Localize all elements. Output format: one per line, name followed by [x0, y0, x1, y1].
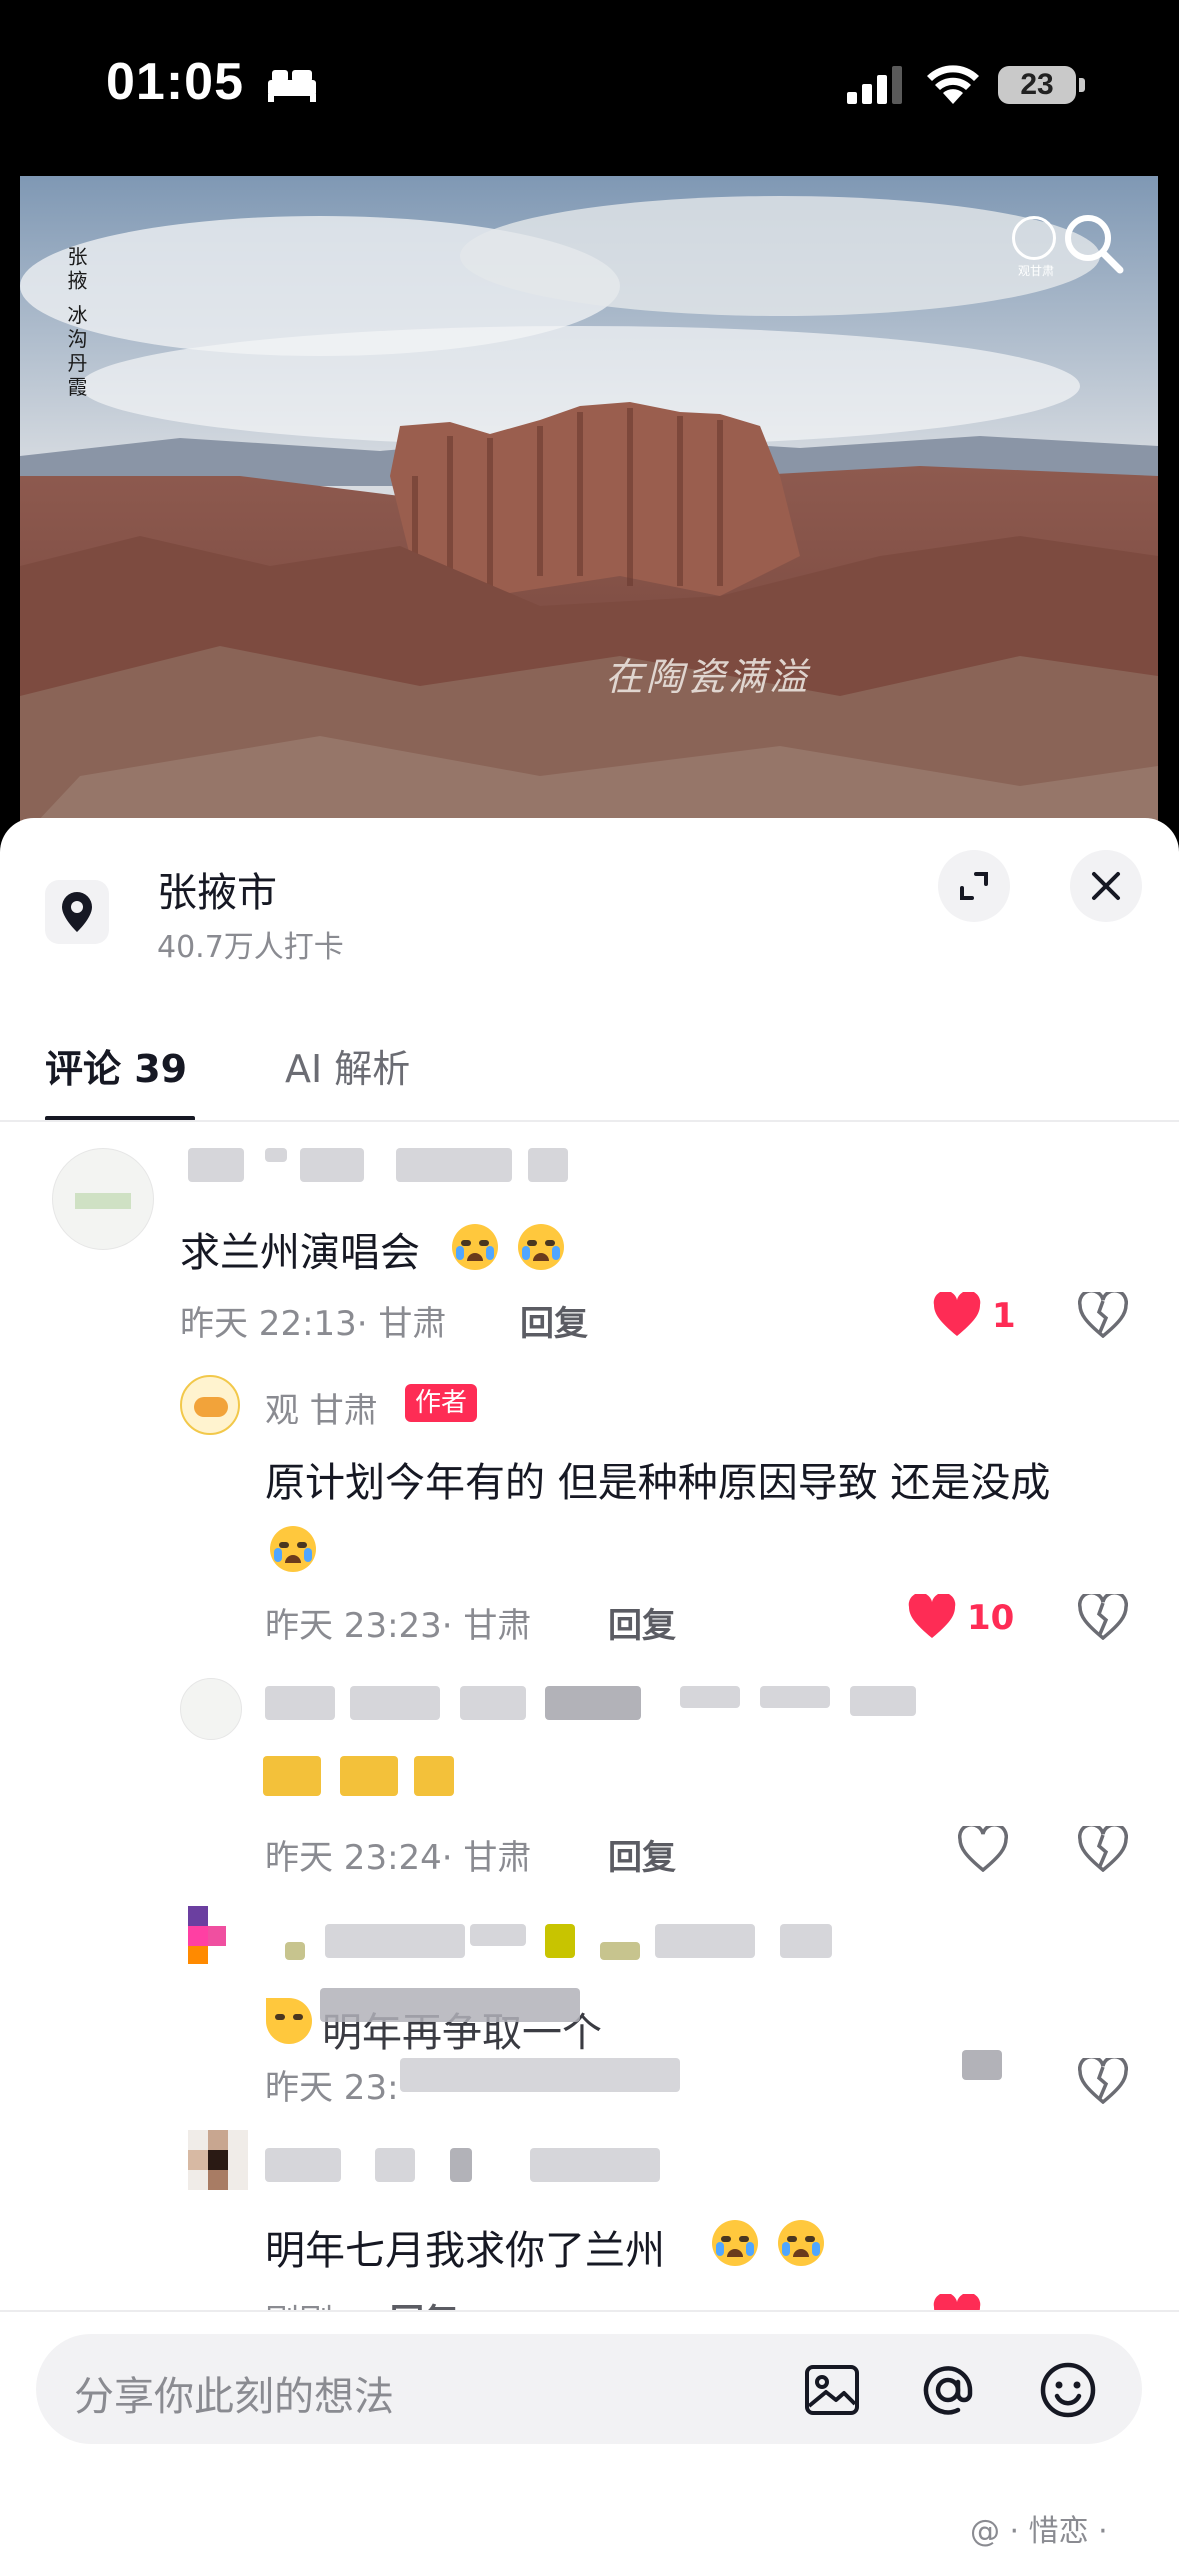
status-bar: 01:05 23	[0, 0, 1179, 175]
crying-emoji-icon	[778, 2220, 824, 2266]
pixelated-block	[265, 1686, 335, 1720]
pixelated-block	[265, 2148, 341, 2182]
comment-input-placeholder: 分享你此刻的想法	[74, 2374, 394, 2420]
author-avatar[interactable]	[180, 1375, 240, 1435]
image-icon[interactable]	[802, 2360, 862, 2420]
pixelated-block	[655, 1924, 755, 1958]
dislike-icon[interactable]	[1078, 1292, 1128, 1338]
battery-indicator: 23	[998, 66, 1076, 104]
pixelated-block	[300, 1148, 364, 1182]
video-player[interactable]: 张掖 冰沟丹霞 在陶瓷满溢 观甘肃	[20, 176, 1158, 840]
comment-text: 原计划今年有的 但是种种原因导致 还是没成	[265, 1460, 1051, 1506]
pixelated-block	[545, 1924, 575, 1958]
obscured-like-button[interactable]	[962, 2050, 1002, 2080]
search-icon[interactable]	[1060, 210, 1126, 276]
wifi-icon	[927, 65, 979, 104]
pixelated-block	[600, 1942, 640, 1960]
pixelated-block	[528, 1148, 568, 1182]
crying-emoji-icon	[518, 1224, 564, 1270]
channel-logo-text: 观甘肃	[1017, 264, 1054, 278]
pixelated-block	[396, 1148, 512, 1182]
pixelated-block	[320, 1988, 580, 2022]
like-count: 1	[992, 1296, 1016, 1336]
heart-outline-icon[interactable]	[958, 1826, 1008, 1872]
reply-button[interactable]: 回复	[608, 1830, 676, 1879]
tab-comments[interactable]: 评论 39	[45, 1038, 187, 1093]
battery-level: 23	[1020, 68, 1054, 101]
location-pin-icon	[62, 892, 92, 932]
dislike-icon[interactable]	[1078, 1594, 1128, 1640]
channel-logo-mark	[1012, 216, 1056, 260]
dislike-icon[interactable]	[1078, 2058, 1128, 2104]
pixelated-block	[350, 1686, 440, 1720]
channel-logo: 观甘肃	[1010, 216, 1062, 278]
crying-emoji-icon	[712, 2220, 758, 2266]
pixelated-block	[530, 2148, 660, 2182]
dislike-icon[interactable]	[1078, 1826, 1128, 1872]
comment-text: 明年七月我求你了兰州	[265, 2228, 665, 2274]
crying-emoji-icon	[270, 1526, 316, 1572]
comment-time-location: 昨天 23:24· 甘肃	[265, 1838, 532, 1878]
expand-button[interactable]	[938, 850, 1010, 922]
tab-divider	[0, 1120, 1179, 1122]
emoji-icon	[266, 1998, 312, 2044]
watermark-text: @ · 惜恋 ·	[970, 2514, 1108, 2549]
expand-icon	[960, 872, 988, 900]
battery-tip	[1079, 78, 1085, 92]
pixelated-block	[400, 2058, 680, 2092]
comments-sheet: 张掖市 40.7万人打卡 评论 39 AI 解析 求兰州演唱会 昨天 22:13…	[0, 818, 1179, 2556]
reply-button[interactable]: 回复	[608, 1598, 676, 1647]
pixelated-block	[460, 1686, 526, 1720]
video-vertical-caption: 张掖 冰沟丹霞	[64, 246, 88, 401]
sleep-mode-icon	[268, 70, 316, 102]
mention-icon[interactable]	[918, 2360, 978, 2420]
pixelated-block	[265, 1148, 287, 1162]
comment-time-partial: 昨天 23:	[265, 2068, 399, 2108]
heart-filled-icon[interactable]	[932, 1292, 982, 1338]
comment-time-location: 昨天 23:23· 甘肃	[265, 1606, 532, 1646]
close-button[interactable]	[1070, 850, 1142, 922]
commenter-avatar[interactable]	[180, 1678, 242, 1740]
location-checkins: 40.7万人打卡	[157, 930, 344, 965]
pixelated-block	[188, 1148, 244, 1182]
pixelated-block	[780, 1924, 832, 1958]
author-name[interactable]: 观 甘肃	[265, 1383, 378, 1432]
pixelated-emoji	[414, 1756, 454, 1796]
pixelated-emoji	[263, 1756, 321, 1796]
location-pin-badge	[45, 880, 109, 944]
pixelated-block	[285, 1942, 305, 1960]
cellular-signal-icon	[847, 66, 902, 104]
pixelated-block	[470, 1924, 526, 1946]
pixelated-block	[545, 1686, 641, 1720]
comment-input[interactable]: 分享你此刻的想法	[36, 2334, 1142, 2444]
commenter-avatar[interactable]	[52, 1148, 154, 1250]
comment-text: 求兰州演唱会	[180, 1230, 420, 1276]
author-badge: 作者	[405, 1384, 478, 1422]
pixelated-block	[850, 1686, 916, 1716]
pixelated-emoji	[340, 1756, 398, 1796]
emoji-picker-icon[interactable]	[1038, 2360, 1098, 2420]
video-frame-landscape	[20, 176, 1158, 840]
pixelated-block	[760, 1686, 830, 1708]
commenter-avatar[interactable]	[188, 2130, 248, 2190]
like-count: 10	[967, 1598, 1015, 1638]
location-name[interactable]: 张掖市	[157, 860, 277, 918]
pixelated-block	[680, 1686, 740, 1708]
pixelated-block	[375, 2148, 415, 2182]
video-overlay-text: 在陶瓷满溢	[605, 655, 811, 699]
close-icon	[1092, 872, 1120, 900]
comment-time-location: 昨天 22:13· 甘肃	[180, 1304, 447, 1344]
reply-button[interactable]: 回复	[520, 1296, 588, 1345]
heart-filled-icon[interactable]	[907, 1594, 957, 1640]
crying-emoji-icon	[452, 1224, 498, 1270]
commenter-avatar[interactable]	[188, 1906, 246, 1964]
status-time: 01:05	[106, 53, 244, 111]
pixelated-block	[325, 1924, 465, 1958]
pixelated-block	[450, 2148, 472, 2182]
comment-input-bar: 分享你此刻的想法	[0, 2310, 1179, 2512]
tab-ai-analysis[interactable]: AI 解析	[285, 1038, 410, 1093]
